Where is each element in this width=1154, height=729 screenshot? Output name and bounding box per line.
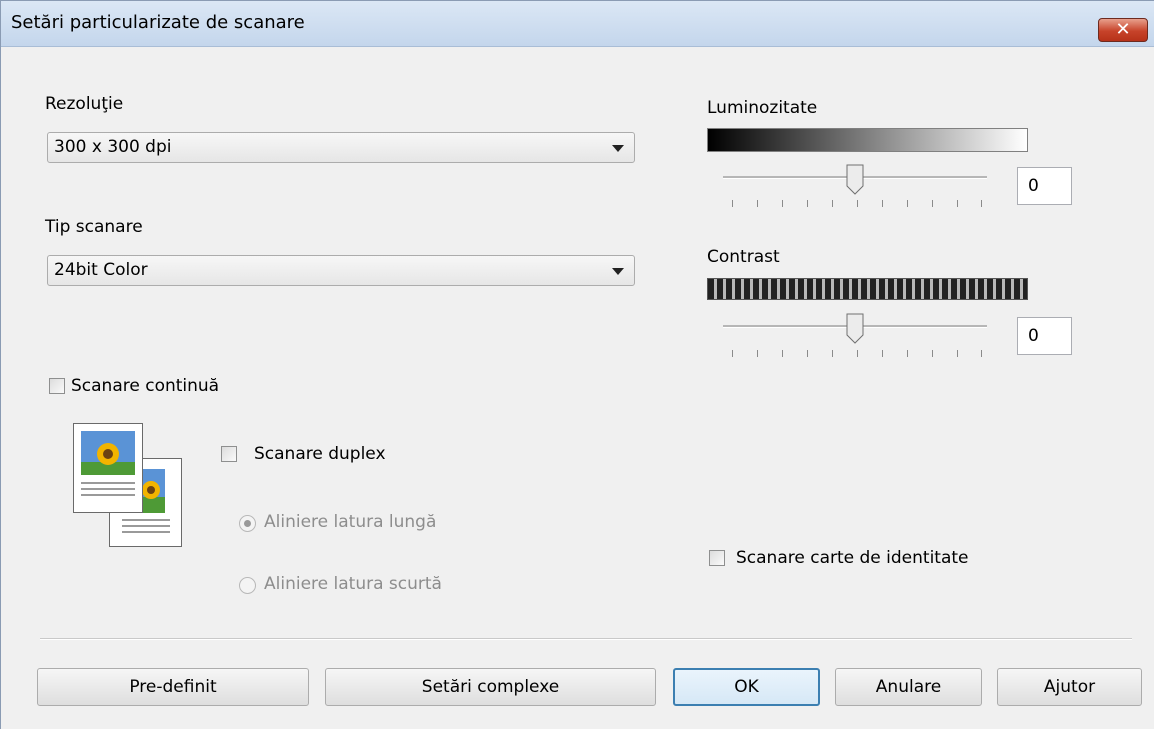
brightness-ticks [732,200,982,208]
dialog-title: Setări particularizate de scanare [11,12,305,33]
long-edge-radio[interactable] [239,515,256,532]
resolution-value: 300 x 300 dpi [54,137,172,157]
duplex-scan-checkbox[interactable] [221,446,237,462]
contrast-slider-thumb[interactable] [846,313,864,344]
scan-settings-dialog: Setări particularizate de scanare ✕ Rezo… [0,0,1154,729]
contrast-label: Contrast [707,247,780,267]
separator [40,638,1132,640]
brightness-gradient [707,128,1028,152]
long-edge-label: Aliniere latura lungă [264,512,437,532]
short-edge-label: Aliniere latura scurtă [264,574,442,594]
scan-type-value: 24bit Color [54,260,148,280]
short-edge-radio[interactable] [239,577,256,594]
brightness-label: Luminozitate [707,98,818,118]
brightness-value: 0 [1028,176,1039,196]
chevron-down-icon [612,145,624,152]
contrast-value: 0 [1028,326,1039,346]
continuous-scan-checkbox[interactable] [49,378,65,394]
contrast-ticks [732,350,982,358]
default-button[interactable]: Pre-definit [37,668,309,706]
ok-button[interactable]: OK [673,668,820,706]
scan-type-dropdown[interactable]: 24bit Color [47,255,635,286]
continuous-scan-label: Scanare continuă [71,376,220,396]
chevron-down-icon [612,268,624,275]
duplex-scan-label: Scanare duplex [254,444,386,464]
scan-type-label: Tip scanare [45,217,143,237]
resolution-label: Rezoluţie [45,94,124,114]
cancel-button[interactable]: Anulare [835,668,982,706]
brightness-slider-thumb[interactable] [846,164,864,195]
contrast-pattern [707,278,1028,300]
help-button[interactable]: Ajutor [997,668,1142,706]
title-bar: Setări particularizate de scanare ✕ [1,1,1154,47]
advanced-settings-button[interactable]: Setări complexe [325,668,656,706]
close-icon: ✕ [1115,19,1131,40]
brightness-value-field[interactable]: 0 [1017,167,1072,205]
contrast-value-field[interactable]: 0 [1017,317,1072,355]
close-button[interactable]: ✕ [1098,18,1148,42]
id-card-scan-label: Scanare carte de identitate [736,548,969,568]
resolution-dropdown[interactable]: 300 x 300 dpi [47,132,635,163]
id-card-scan-checkbox[interactable] [709,550,725,566]
